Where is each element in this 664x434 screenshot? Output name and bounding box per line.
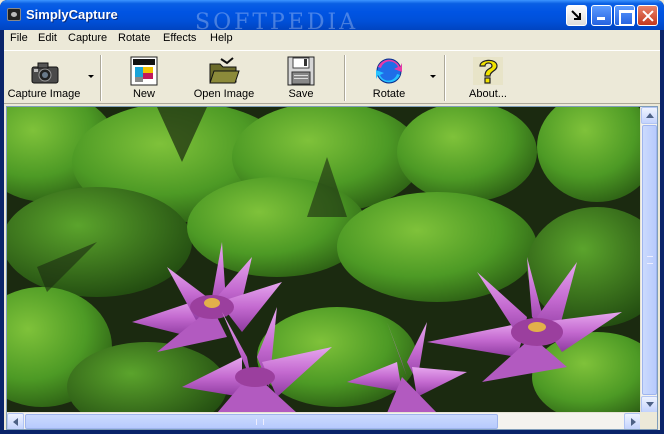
toolbar-separator xyxy=(344,55,346,101)
app-camera-icon[interactable] xyxy=(7,8,21,21)
open-image-icon xyxy=(209,57,240,84)
toolbar: Capture Image New Open Image Save Rotate… xyxy=(4,50,660,104)
capture-image-label: Capture Image xyxy=(7,88,81,100)
minimize-button[interactable] xyxy=(591,5,612,26)
arrow-down-right-icon xyxy=(571,10,581,20)
menu-capture[interactable]: Capture xyxy=(66,32,109,44)
capture-image-button[interactable]: Capture Image xyxy=(4,53,84,103)
open-image-label: Open Image xyxy=(193,88,255,100)
horizontal-scroll-thumb[interactable] xyxy=(25,414,498,429)
window-title: SimplyCapture xyxy=(26,7,118,22)
maximize-button[interactable] xyxy=(614,5,635,26)
scroll-left-button[interactable] xyxy=(7,413,24,429)
menu-help[interactable]: Help xyxy=(208,32,235,44)
rotate-button[interactable]: Rotate xyxy=(358,53,420,103)
snap-corner-button[interactable] xyxy=(566,5,587,26)
rotate-label: Rotate xyxy=(372,88,406,100)
close-button[interactable] xyxy=(637,5,658,26)
about-label: About... xyxy=(469,88,507,100)
floppy-disk-icon xyxy=(287,56,315,86)
new-label: New xyxy=(132,88,155,100)
app-window: SimplyCapture SOFTPEDIA File Edit Captur… xyxy=(0,0,664,434)
capture-dropdown-arrow[interactable] xyxy=(88,75,94,78)
menu-rotate[interactable]: Rotate xyxy=(116,32,152,44)
title-bar[interactable]: SimplyCapture SOFTPEDIA xyxy=(0,0,664,35)
image-viewport[interactable] xyxy=(6,106,658,430)
new-image-icon xyxy=(130,56,158,86)
rotate-dropdown-arrow[interactable] xyxy=(430,75,436,78)
rotate-arrows-icon xyxy=(376,58,402,84)
toolbar-separator xyxy=(100,55,102,101)
scroll-up-button[interactable] xyxy=(641,107,657,124)
scrollbar-corner xyxy=(640,412,657,429)
vertical-scrollbar[interactable] xyxy=(640,107,657,413)
save-label: Save xyxy=(288,88,314,100)
scroll-down-button[interactable] xyxy=(641,396,657,413)
camera-icon xyxy=(31,62,59,84)
horizontal-scrollbar[interactable] xyxy=(7,412,641,429)
open-image-button[interactable]: Open Image xyxy=(186,53,262,103)
scroll-right-button[interactable] xyxy=(624,413,641,429)
menu-effects[interactable]: Effects xyxy=(161,32,198,44)
menu-file[interactable]: File xyxy=(8,32,30,44)
client-area: File Edit Capture Rotate Effects Help Ca… xyxy=(4,30,660,430)
new-button[interactable]: New xyxy=(114,53,174,103)
about-button[interactable]: About... xyxy=(458,53,518,103)
menu-edit[interactable]: Edit xyxy=(36,32,59,44)
save-button[interactable]: Save xyxy=(272,53,330,103)
water-lily-photo xyxy=(7,107,641,413)
vertical-scroll-thumb[interactable] xyxy=(642,125,657,395)
question-mark-icon xyxy=(473,57,503,85)
menu-bar: File Edit Capture Rotate Effects Help xyxy=(4,30,660,49)
toolbar-separator xyxy=(444,55,446,101)
